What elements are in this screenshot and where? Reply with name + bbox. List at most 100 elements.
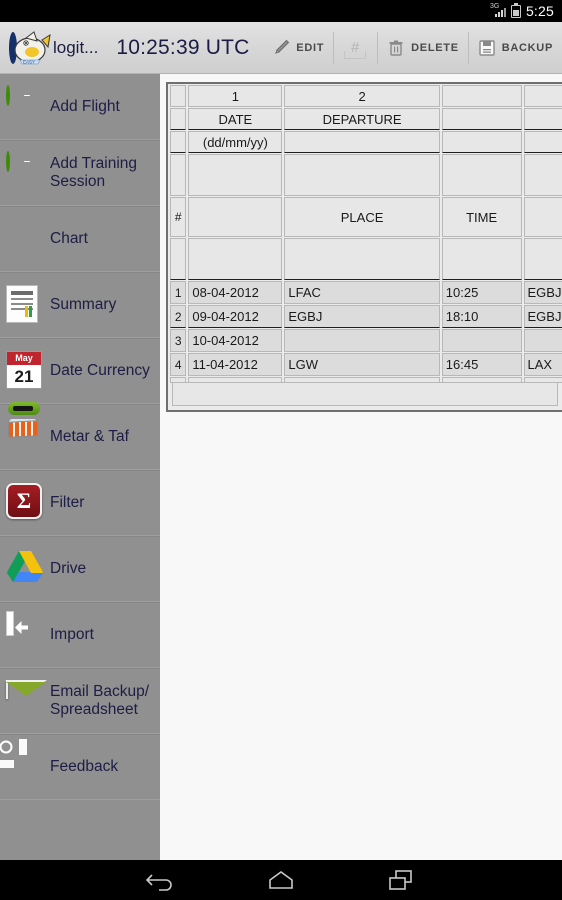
sub-header-time: TIME (441, 197, 522, 237)
column-number-blank (441, 85, 522, 107)
action-bar: EASY logit... 10:25:39 UTC EDIT # DELETE… (0, 22, 562, 74)
table-row[interactable]: 2 09-04-2012 EGBJ 18:10 EGBJ (170, 305, 562, 328)
sidebar-item-label: Chart (50, 230, 88, 247)
cell-date[interactable]: 08-04-2012 (188, 281, 283, 304)
column-number-row: 1 2 (170, 85, 562, 107)
group-header-date: DATE (188, 108, 283, 130)
date-format-corner (170, 131, 187, 153)
action-bar-buttons: EDIT # DELETE BACKUP (262, 22, 562, 74)
logbook-table-container[interactable]: 1 2 DATE DEPARTURE (dd/mm/yy) # PLACE TI… (166, 82, 562, 412)
spacer-cell (170, 154, 187, 196)
delete-button-label: DELETE (411, 41, 459, 54)
app-logo-airplane-icon[interactable]: EASY (4, 26, 52, 70)
weather-icon (6, 402, 46, 457)
google-drive-icon (6, 549, 46, 589)
edit-button[interactable]: EDIT (262, 22, 333, 74)
cell-arrival[interactable]: EGBJ (523, 305, 562, 328)
group-header-blank (441, 108, 522, 130)
sidebar-item-label: Feedback (50, 758, 119, 775)
lifebuoy-icon (0, 739, 46, 787)
cell-arrival[interactable]: EGBJ (523, 281, 562, 304)
sidebar-item-label: Metar & Taf (50, 428, 129, 445)
sidebar-item-add-training-session[interactable]: Add Training Session (0, 140, 160, 206)
group-header-row: DATE DEPARTURE (170, 108, 562, 130)
cell-time[interactable]: 16:45 (441, 353, 522, 376)
trash-icon (386, 38, 406, 58)
cell-place[interactable] (284, 329, 440, 352)
cell-time[interactable]: 10:25 (441, 281, 522, 304)
sidebar-item-summary[interactable]: Summary (0, 272, 160, 338)
sidebar-item-label: Filter (50, 494, 85, 511)
sidebar-item-email-backup-spreadsheet[interactable]: Email Backup/ Spreadsheet (0, 668, 160, 734)
cell-date[interactable]: 09-04-2012 (188, 305, 283, 328)
status-icons: 3G 5:25 (490, 2, 554, 19)
cell-place[interactable]: EGBJ (284, 305, 440, 328)
calendar-day-label: 21 (14, 366, 34, 386)
home-icon[interactable] (264, 867, 298, 893)
column-number-1: 1 (188, 85, 283, 107)
pencil-icon (271, 38, 291, 58)
date-format-blank (284, 131, 440, 153)
spacer-cell (188, 238, 283, 280)
recent-apps-icon[interactable] (384, 867, 418, 893)
spacer-cell (441, 154, 522, 196)
sidebar-item-filter[interactable]: Σ Filter (0, 470, 160, 536)
date-format-blank-3 (523, 131, 562, 153)
sigma-filter-icon: Σ (6, 483, 46, 523)
sub-header-row: # PLACE TIME (170, 197, 562, 237)
cell-date[interactable]: 10-04-2012 (188, 329, 283, 352)
sidebar-item-label: Drive (50, 560, 87, 577)
cell-time[interactable]: 18:10 (441, 305, 522, 328)
green-plus-icon (6, 84, 46, 127)
calendar-icon: May 21 (6, 351, 46, 391)
sub-header-blank (188, 197, 283, 237)
sidebar-item-label: Import (50, 626, 94, 643)
cell-time[interactable] (441, 329, 522, 352)
table-row[interactable]: 4 11-04-2012 LGW 16:45 LAX (170, 353, 562, 376)
group-header-blank-2 (523, 108, 562, 130)
import-icon (6, 611, 46, 655)
row-number: 4 (170, 353, 187, 376)
cell-place[interactable]: LGW (284, 353, 440, 376)
sidebar-item-label: Email Backup/ Spreadsheet (50, 683, 150, 718)
main-content: 1 2 DATE DEPARTURE (dd/mm/yy) # PLACE TI… (160, 74, 562, 860)
sub-header-place: PLACE (284, 197, 440, 237)
date-format-label: (dd/mm/yy) (188, 131, 283, 153)
table-row[interactable]: 3 10-04-2012 (170, 329, 562, 352)
table-row[interactable]: 1 08-04-2012 LFAC 10:25 EGBJ (170, 281, 562, 304)
spacer-row-top (170, 154, 562, 196)
signal-strength-bars (494, 8, 506, 17)
back-arrow-icon[interactable] (144, 867, 178, 893)
hash-button[interactable]: # (333, 22, 377, 74)
sidebar-item-date-currency[interactable]: May 21 Date Currency (0, 338, 160, 404)
cell-date[interactable]: 11-04-2012 (188, 353, 283, 376)
hash-icon: # (342, 36, 368, 60)
sidebar-item-chart[interactable]: Chart (0, 206, 160, 272)
spacer-cell (523, 238, 562, 280)
backup-button[interactable]: BACKUP (467, 22, 562, 74)
utc-clock: 10:25:39 UTC (116, 35, 250, 59)
cell-arrival[interactable]: LAX (523, 353, 562, 376)
app-root: 3G 5:25 EASY logit... 10:25:39 UTC EDIT … (0, 0, 562, 900)
cell-arrival[interactable] (523, 329, 562, 352)
sidebar-item-feedback[interactable]: Feedback (0, 734, 160, 800)
spacer-row-bottom (170, 238, 562, 280)
row-number: 3 (170, 329, 187, 352)
group-header-departure: DEPARTURE (284, 108, 440, 130)
signal-bars-icon: 3G (490, 3, 506, 18)
sidebar-item-drive[interactable]: Drive (0, 536, 160, 602)
delete-button[interactable]: DELETE (377, 22, 468, 74)
status-bar-clock: 5:25 (525, 3, 554, 19)
sidebar-item-add-flight[interactable]: Add Flight (0, 74, 160, 140)
battery-icon (510, 2, 521, 18)
cell-place[interactable]: LFAC (284, 281, 440, 304)
spacer-cell (284, 154, 440, 196)
app-title: logit... (53, 37, 99, 57)
android-navigation-bar (0, 860, 562, 900)
sidebar-item-import[interactable]: Import (0, 602, 160, 668)
spacer-cell (523, 154, 562, 196)
sidebar-item-label: Add Training Session (50, 155, 138, 190)
sidebar-item-metar-taf[interactable]: Metar & Taf (0, 402, 160, 470)
sidebar-item-label: Add Flight (50, 97, 120, 115)
column-number-2: 2 (284, 85, 440, 107)
